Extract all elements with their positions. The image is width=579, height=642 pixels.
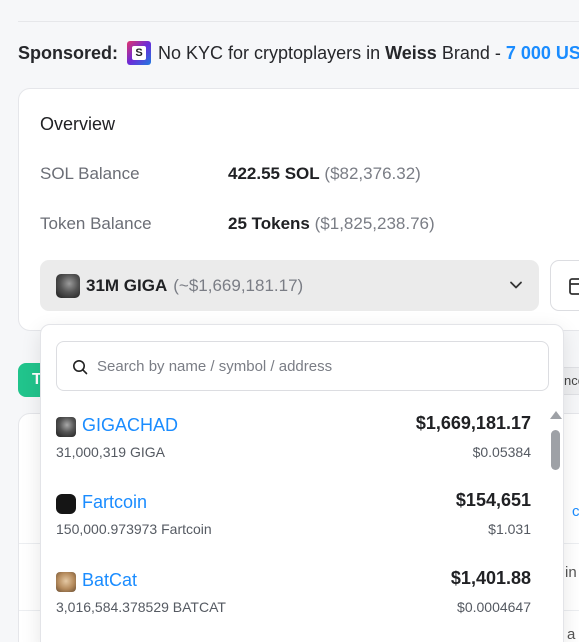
token-name[interactable]: Fartcoin bbox=[82, 492, 147, 513]
edge-text: a bbox=[567, 626, 576, 642]
edge-link-text[interactable]: c bbox=[572, 503, 579, 520]
clipboard-icon bbox=[569, 278, 579, 295]
token-list-item[interactable]: Fartcoin 150,000.973973 Fartcoin $154,65… bbox=[41, 484, 546, 554]
page: Sponsored: S No KYC for cryptoplayers in… bbox=[0, 0, 579, 642]
token-select-dropdown[interactable]: 31M GIGA (~$1,669,181.17) bbox=[40, 260, 539, 311]
sol-balance-label: SOL Balance bbox=[40, 164, 140, 183]
token-list-item[interactable]: BatCat 3,016,584.378529 BATCAT $1,401.88… bbox=[41, 562, 546, 632]
token-balance-label: Token Balance bbox=[40, 214, 152, 233]
top-divider bbox=[18, 21, 579, 22]
token-count: 25 Tokens bbox=[228, 214, 310, 233]
sponsored-brand: Weiss bbox=[385, 42, 437, 63]
sol-amount: 422.55 SOL bbox=[228, 164, 320, 183]
batcat-token-icon bbox=[56, 572, 76, 592]
token-price: $0.05384 bbox=[472, 444, 531, 460]
scroll-up-arrow-icon[interactable] bbox=[550, 411, 562, 419]
fartcoin-token-icon bbox=[56, 494, 76, 514]
search-icon bbox=[73, 360, 88, 375]
search-input[interactable] bbox=[97, 342, 537, 390]
token-name[interactable]: BatCat bbox=[82, 570, 137, 591]
dropdown-scrollbar[interactable] bbox=[548, 411, 563, 642]
sponsored-amount-link[interactable]: 7 000 US bbox=[506, 43, 579, 64]
scrollbar-thumb[interactable] bbox=[551, 430, 560, 470]
token-price: $1.031 bbox=[488, 521, 531, 537]
token-usd: ($1,825,238.76) bbox=[314, 214, 435, 233]
selected-token-usd: (~$1,669,181.17) bbox=[173, 275, 304, 295]
token-dropdown-menu: GIGACHAD 31,000,319 GIGA $1,669,181.17 $… bbox=[40, 324, 564, 642]
token-balance-value: 25 Tokens ($1,825,238.76) bbox=[228, 214, 435, 234]
sponsor-logo-icon: S bbox=[127, 41, 152, 65]
gigachad-avatar-icon bbox=[56, 273, 80, 298]
token-quantity: 31,000,319 GIGA bbox=[56, 444, 165, 460]
token-search-field[interactable] bbox=[56, 341, 549, 391]
token-quantity: 3,016,584.378529 BATCAT bbox=[56, 599, 226, 615]
sponsored-text-after: Brand - bbox=[441, 42, 501, 63]
sol-balance-value: 422.55 SOL ($82,376.32) bbox=[228, 164, 421, 184]
copy-button[interactable] bbox=[550, 260, 579, 311]
sponsored-banner[interactable]: Sponsored: S No KYC for cryptoplayers in… bbox=[18, 40, 579, 66]
selected-token-amount: 31M GIGA bbox=[86, 275, 168, 295]
sponsored-label: Sponsored: bbox=[18, 42, 119, 63]
token-value: $1,669,181.17 bbox=[415, 413, 531, 433]
token-value: $1,401.88 bbox=[450, 568, 531, 588]
token-list-item[interactable]: GIGACHAD 31,000,319 GIGA $1,669,181.17 $… bbox=[41, 407, 546, 477]
sol-usd: ($82,376.32) bbox=[324, 164, 421, 183]
overview-card: Overview SOL Balance 422.55 SOL ($82,376… bbox=[18, 88, 579, 331]
edge-text: in bbox=[565, 564, 577, 581]
gigachad-token-icon bbox=[56, 417, 76, 437]
token-quantity: 150,000.973973 Fartcoin bbox=[56, 521, 212, 537]
token-name[interactable]: GIGACHAD bbox=[82, 415, 178, 436]
sponsored-text: No KYC for cryptoplayers in bbox=[158, 42, 381, 63]
token-price: $0.0004647 bbox=[457, 599, 531, 615]
chevron-down-icon bbox=[510, 281, 522, 289]
token-value: $154,651 bbox=[455, 490, 531, 510]
overview-title: Overview bbox=[40, 114, 116, 134]
